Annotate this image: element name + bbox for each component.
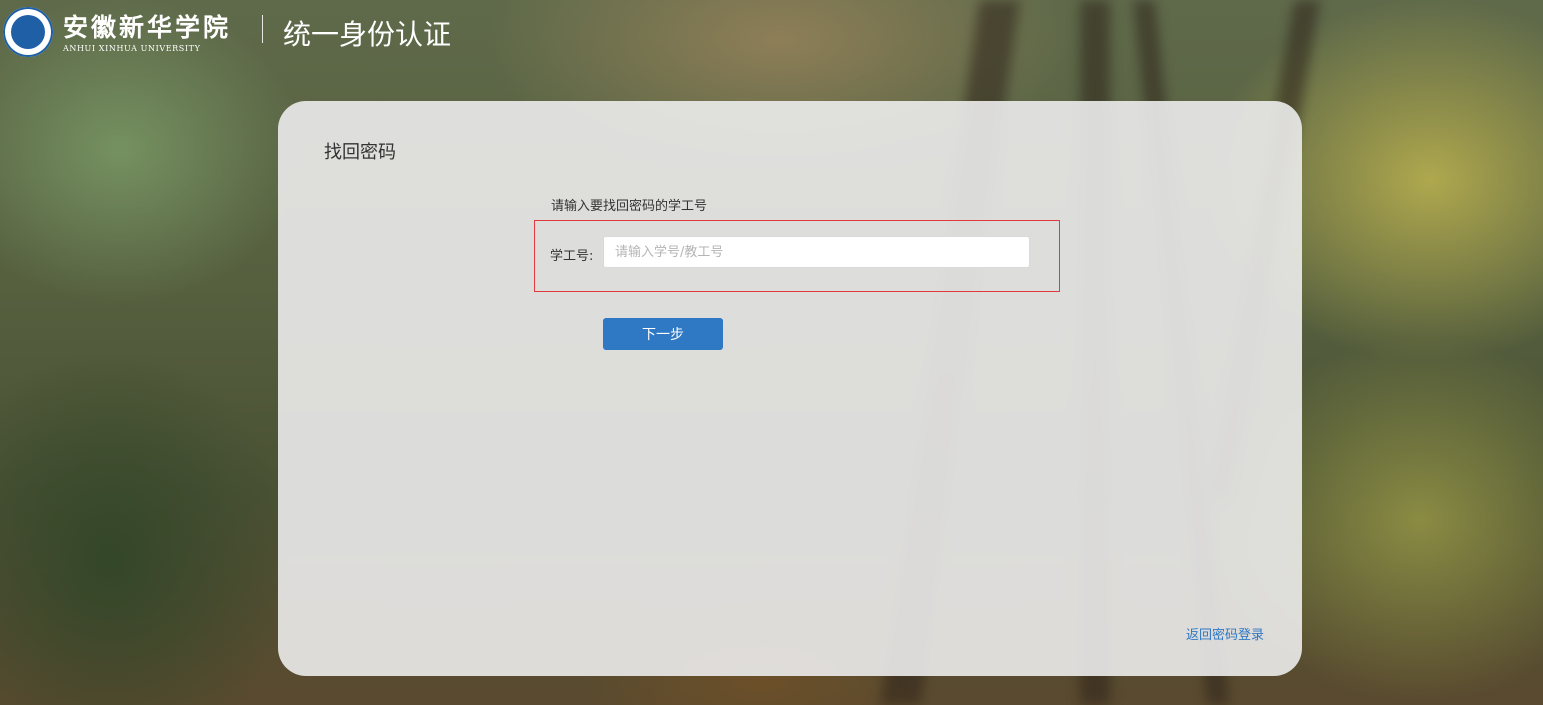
university-seal-icon — [3, 7, 53, 57]
id-input[interactable] — [603, 236, 1030, 268]
back-to-login-link[interactable]: 返回密码登录 — [1186, 624, 1264, 643]
instruction-text: 请输入要找回密码的学工号 — [551, 199, 708, 214]
school-name-cn: 安徽新华学院 — [63, 13, 232, 42]
site-header: 安徽新华学院 ANHUI XINHUA UNIVERSITY 统一身份认证 — [0, 0, 600, 62]
system-title: 统一身份认证 — [283, 18, 452, 51]
panel-title: 找回密码 — [324, 142, 396, 163]
id-field-group: 学工号: — [534, 220, 1060, 292]
header-divider — [262, 15, 263, 43]
id-field-label: 学工号: — [550, 249, 594, 264]
next-step-button[interactable]: 下一步 — [603, 318, 723, 350]
school-name-en: ANHUI XINHUA UNIVERSITY — [63, 44, 201, 53]
password-recovery-panel: 找回密码 请输入要找回密码的学工号 学工号: 下一步 返回密码登录 — [278, 101, 1302, 676]
